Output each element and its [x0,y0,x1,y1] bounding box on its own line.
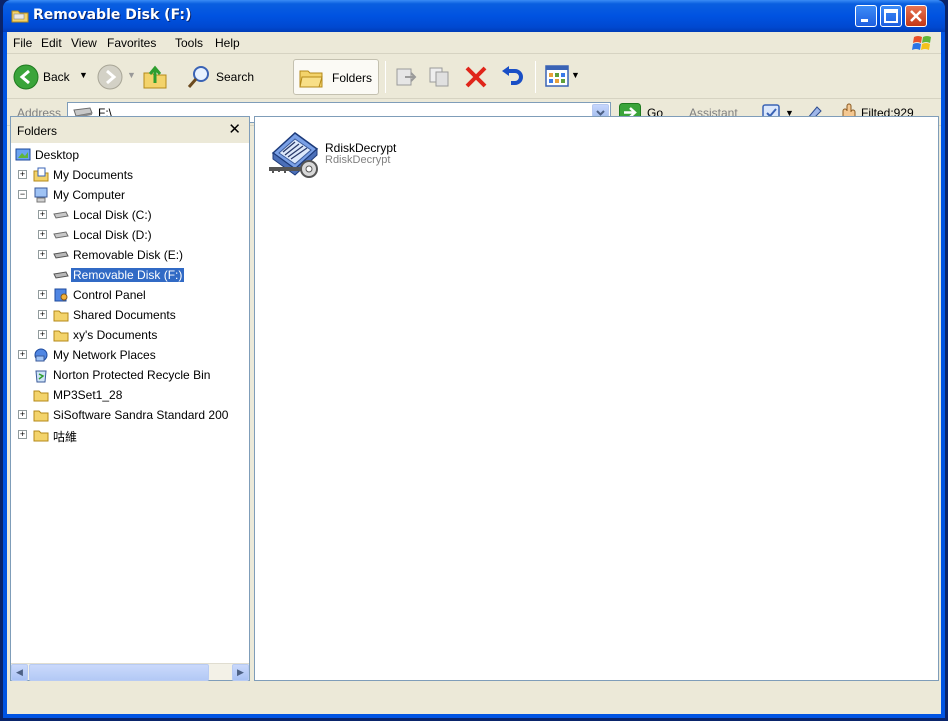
tree-item-my-computer[interactable]: − My Computer [15,185,245,205]
tree-item-shared-documents[interactable]: + Shared Documents [35,305,245,325]
menu-file[interactable]: File [13,36,32,50]
move-to-icon[interactable] [393,64,419,90]
back-arrow-icon[interactable] [13,64,39,90]
folder-icon [33,410,49,422]
folders-label: Folders [332,71,373,85]
toolbar-separator [535,61,536,93]
my-documents-icon [33,167,49,182]
tree-item-norton-recycle-bin[interactable]: Norton Protected Recycle Bin [15,365,245,385]
folder-icon [11,10,29,23]
file-list-pane: RdiskDecrypt RdiskDecrypt [254,116,939,681]
tree-item-control-panel[interactable]: + Control Panel [35,285,245,305]
file-item-rdiskdecrypt[interactable]: RdiskDecrypt RdiskDecrypt [265,127,525,187]
tree-item-chinese-folder[interactable]: + 咕維 [15,425,245,445]
close-button[interactable] [905,5,927,27]
expand-icon[interactable]: + [18,410,27,419]
menu-view[interactable]: View [71,36,97,50]
expand-icon[interactable]: + [18,350,27,359]
minimize-icon [861,19,868,22]
views-dropdown-icon[interactable]: ▼ [571,70,580,80]
expand-icon[interactable]: + [38,230,47,239]
expand-icon[interactable]: + [38,210,47,219]
folders-icon [299,70,323,88]
network-places-icon [34,348,48,362]
scroll-left-button[interactable]: ◀ [11,664,28,681]
tree-item-local-disk-d[interactable]: + Local Disk (D:) [35,225,245,245]
removable-drive-icon [53,271,69,279]
search-icon[interactable] [185,63,213,91]
removable-drive-icon [53,251,69,259]
menu-bar: File Edit View Favorites Tools Help [7,32,941,54]
tree-item-my-network-places[interactable]: + My Network Places [15,345,245,365]
minimize-button[interactable] [855,5,877,27]
folders-pane: Folders ✕ Desktop + My Documents − My Co… [10,116,250,681]
windows-flag-icon [912,36,931,50]
encrypted-disk-key-icon [269,132,319,178]
file-name: RdiskDecrypt [325,141,397,155]
expand-icon[interactable]: + [38,330,47,339]
tree-item-removable-disk-f[interactable]: Removable Disk (F:) [35,265,245,285]
folder-icon [33,430,49,442]
toolbar-separator [385,61,386,93]
control-panel-icon [54,288,68,302]
views-icon[interactable] [545,65,569,87]
folder-icon [53,310,69,322]
collapse-icon[interactable]: − [18,190,27,199]
window-title: Removable Disk (F:) [33,7,192,23]
expand-icon[interactable]: + [38,310,47,319]
menu-tools[interactable]: Tools [175,36,203,50]
close-icon [910,10,922,22]
window-client: File Edit View Favorites Tools Help Back… [7,32,941,714]
undo-icon[interactable] [499,64,525,90]
folder-tree: Desktop + My Documents − My Computer + L… [11,143,249,663]
folders-pane-close-button[interactable]: ✕ [228,120,241,138]
file-description: RdiskDecrypt [325,154,391,166]
my-computer-icon [34,187,48,203]
folder-icon [33,390,49,402]
tree-item-my-documents[interactable]: + My Documents [15,165,245,185]
desktop-icon [15,148,31,161]
folder-icon [53,330,69,342]
drive-icon [53,231,69,239]
delete-icon[interactable] [463,64,489,90]
tree-item-sisoftware-sandra[interactable]: + SiSoftware Sandra Standard 200 [15,405,249,425]
scroll-thumb[interactable] [29,664,209,681]
tree-item-local-disk-c[interactable]: + Local Disk (C:) [35,205,245,225]
drive-icon [53,211,69,219]
folders-button[interactable]: Folders [293,59,379,95]
up-folder-icon[interactable] [141,63,169,91]
tree-item-removable-disk-e[interactable]: + Removable Disk (E:) [35,245,245,265]
expand-icon[interactable]: + [38,290,47,299]
forward-arrow-icon[interactable] [97,64,123,90]
back-dropdown-icon[interactable]: ▼ [79,70,88,80]
standard-toolbar: Back ▼ ▼ Search Folders ▼ [7,55,941,99]
copy-to-icon[interactable] [427,64,453,90]
expand-icon[interactable]: + [18,430,27,439]
tree-item-xys-documents[interactable]: + xy's Documents [35,325,245,345]
horizontal-scrollbar[interactable]: ◀ ▶ [11,663,249,681]
folders-pane-title: Folders [17,124,58,138]
menu-help[interactable]: Help [215,36,240,50]
expand-icon[interactable]: + [18,170,27,179]
folders-pane-header: Folders ✕ [11,117,249,143]
window-frame: Removable Disk (F:) File Edit View Favor… [3,0,945,718]
maximize-button[interactable] [880,5,902,27]
tree-item-desktop[interactable]: Desktop [15,145,245,165]
title-bar[interactable]: Removable Disk (F:) [3,0,945,32]
menu-favorites[interactable]: Favorites [107,36,156,50]
maximize-icon [884,9,898,23]
expand-icon[interactable]: + [38,250,47,259]
recycle-bin-icon [35,370,47,383]
forward-dropdown-icon[interactable]: ▼ [127,70,136,80]
scroll-right-button[interactable]: ▶ [232,664,249,681]
explorer-window: Removable Disk (F:) File Edit View Favor… [0,0,948,721]
back-button[interactable]: Back [43,70,70,84]
menu-edit[interactable]: Edit [41,36,62,50]
tree-item-mp3set1-28[interactable]: MP3Set1_28 [15,385,245,405]
search-button[interactable]: Search [216,70,254,84]
